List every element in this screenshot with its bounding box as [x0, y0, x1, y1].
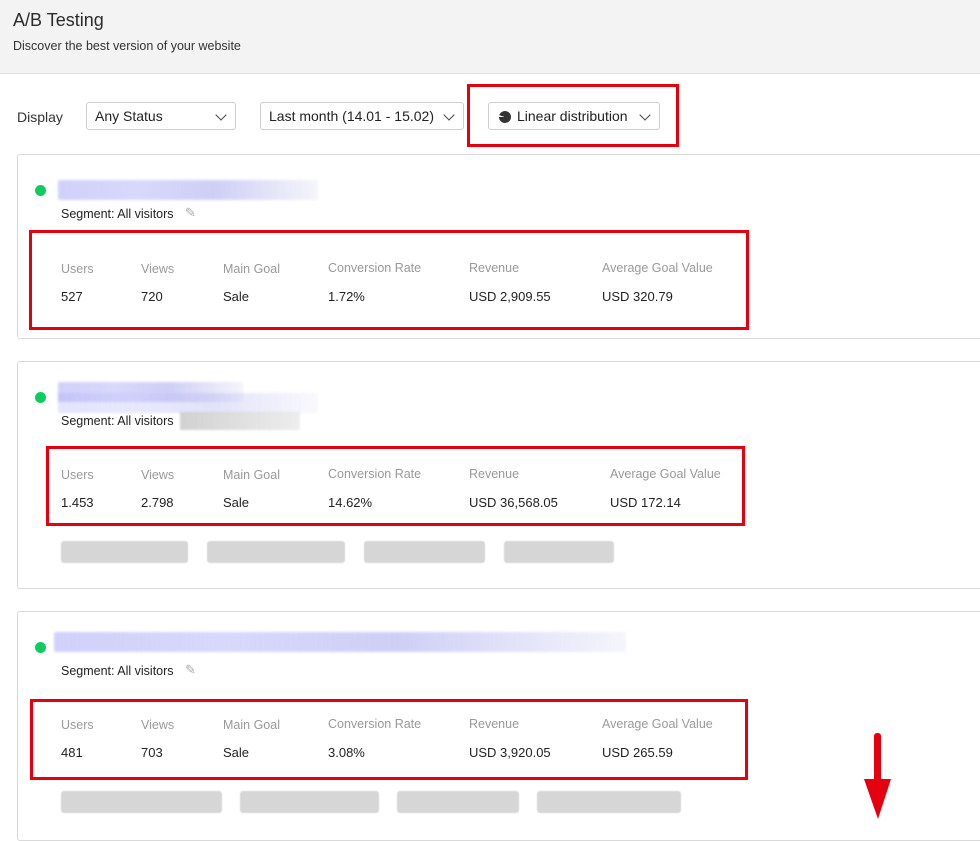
test-card[interactable]: Segment: All visitors Users Views Main G…	[17, 361, 980, 589]
test-name-redacted	[58, 180, 318, 200]
status-dot	[35, 392, 46, 403]
views-label: Views	[141, 718, 175, 732]
avg-goal-value-value: USD 172.14	[610, 495, 681, 510]
page-header: A/B Testing Discover the best version of…	[0, 0, 980, 74]
status-dot	[35, 185, 46, 196]
conversion-rate-value: 3.08%	[328, 745, 365, 760]
conversion-rate-label: Conversion Rate	[328, 261, 422, 275]
users-value: 1.453	[61, 495, 94, 510]
variant-tag-redacted[interactable]	[537, 791, 681, 813]
avg-goal-value-value: USD 265.59	[602, 745, 673, 760]
variant-tag-redacted[interactable]	[240, 791, 379, 813]
pencil-icon[interactable]: ✎	[185, 205, 196, 221]
conversion-rate-value: 1.72%	[328, 289, 365, 304]
chevron-down-icon	[443, 109, 455, 121]
users-label: Users	[61, 718, 94, 732]
main-goal-value: Sale	[223, 495, 250, 510]
variant-tag-redacted[interactable]	[61, 541, 188, 563]
variant-tag-redacted[interactable]	[364, 541, 485, 563]
test-card[interactable]: Segment: All visitors ✎ Users Views Main…	[17, 611, 980, 841]
users-label: Users	[61, 262, 94, 276]
distribution-value: Linear distribution	[517, 108, 628, 124]
revenue-label: Revenue	[469, 467, 520, 481]
date-range-value: Last month (14.01 - 15.02)	[269, 108, 434, 124]
users-value: 481	[61, 745, 83, 760]
views-value: 703	[141, 745, 163, 760]
views-value: 2.798	[141, 495, 174, 510]
variant-tag-redacted[interactable]	[397, 791, 519, 813]
pie-chart-icon	[499, 111, 511, 123]
users-label: Users	[61, 468, 94, 482]
main-goal-value: Sale	[223, 289, 250, 304]
display-label: Display	[17, 109, 63, 125]
segment-label: Segment: All visitors	[61, 664, 174, 678]
test-card[interactable]: Segment: All visitors ✎ Users Views Main…	[17, 154, 980, 339]
avg-goal-value-value: USD 320.79	[602, 289, 673, 304]
main-goal-label: Main Goal	[223, 262, 280, 276]
chevron-down-icon	[639, 109, 651, 121]
avg-goal-value-label: Average Goal Value	[602, 717, 713, 731]
variant-tag-redacted[interactable]	[207, 541, 345, 563]
test-name-redacted	[58, 393, 318, 413]
revenue-label: Revenue	[469, 261, 520, 275]
page-subtitle: Discover the best version of your websit…	[13, 39, 241, 53]
revenue-value: USD 3,920.05	[469, 745, 551, 760]
chevron-down-icon	[215, 109, 227, 121]
segment-label: Segment: All visitors	[61, 207, 174, 221]
main-goal-value: Sale	[223, 745, 250, 760]
main-goal-label: Main Goal	[223, 718, 280, 732]
status-filter-select[interactable]: Any Status	[86, 102, 236, 130]
conversion-rate-value: 14.62%	[328, 495, 373, 510]
users-value: 527	[61, 289, 83, 304]
views-label: Views	[141, 468, 175, 482]
revenue-value: USD 2,909.55	[469, 289, 551, 304]
conversion-rate-label: Conversion Rate	[328, 717, 422, 731]
variant-tag-redacted[interactable]	[504, 541, 614, 563]
distribution-select[interactable]: Linear distribution	[488, 102, 660, 130]
status-dot	[35, 642, 46, 653]
segment-label: Segment: All visitors	[61, 414, 174, 428]
views-label: Views	[141, 262, 175, 276]
views-value: 720	[141, 289, 163, 304]
variant-tag-redacted[interactable]	[61, 791, 222, 813]
pencil-icon[interactable]: ✎	[185, 662, 196, 678]
date-range-select[interactable]: Last month (14.01 - 15.02)	[260, 102, 464, 130]
page-title: A/B Testing	[13, 10, 104, 30]
revenue-label: Revenue	[469, 717, 520, 731]
test-name-redacted	[54, 632, 626, 652]
arrow-down-icon	[864, 733, 891, 819]
revenue-value: USD 36,568.05	[469, 495, 558, 510]
avg-goal-value-label: Average Goal Value	[610, 467, 721, 481]
status-filter-value: Any Status	[95, 108, 163, 124]
avg-goal-value-label: Average Goal Value	[602, 261, 713, 275]
main-goal-label: Main Goal	[223, 468, 280, 482]
conversion-rate-label: Conversion Rate	[328, 467, 422, 481]
segment-detail-redacted	[180, 412, 300, 430]
